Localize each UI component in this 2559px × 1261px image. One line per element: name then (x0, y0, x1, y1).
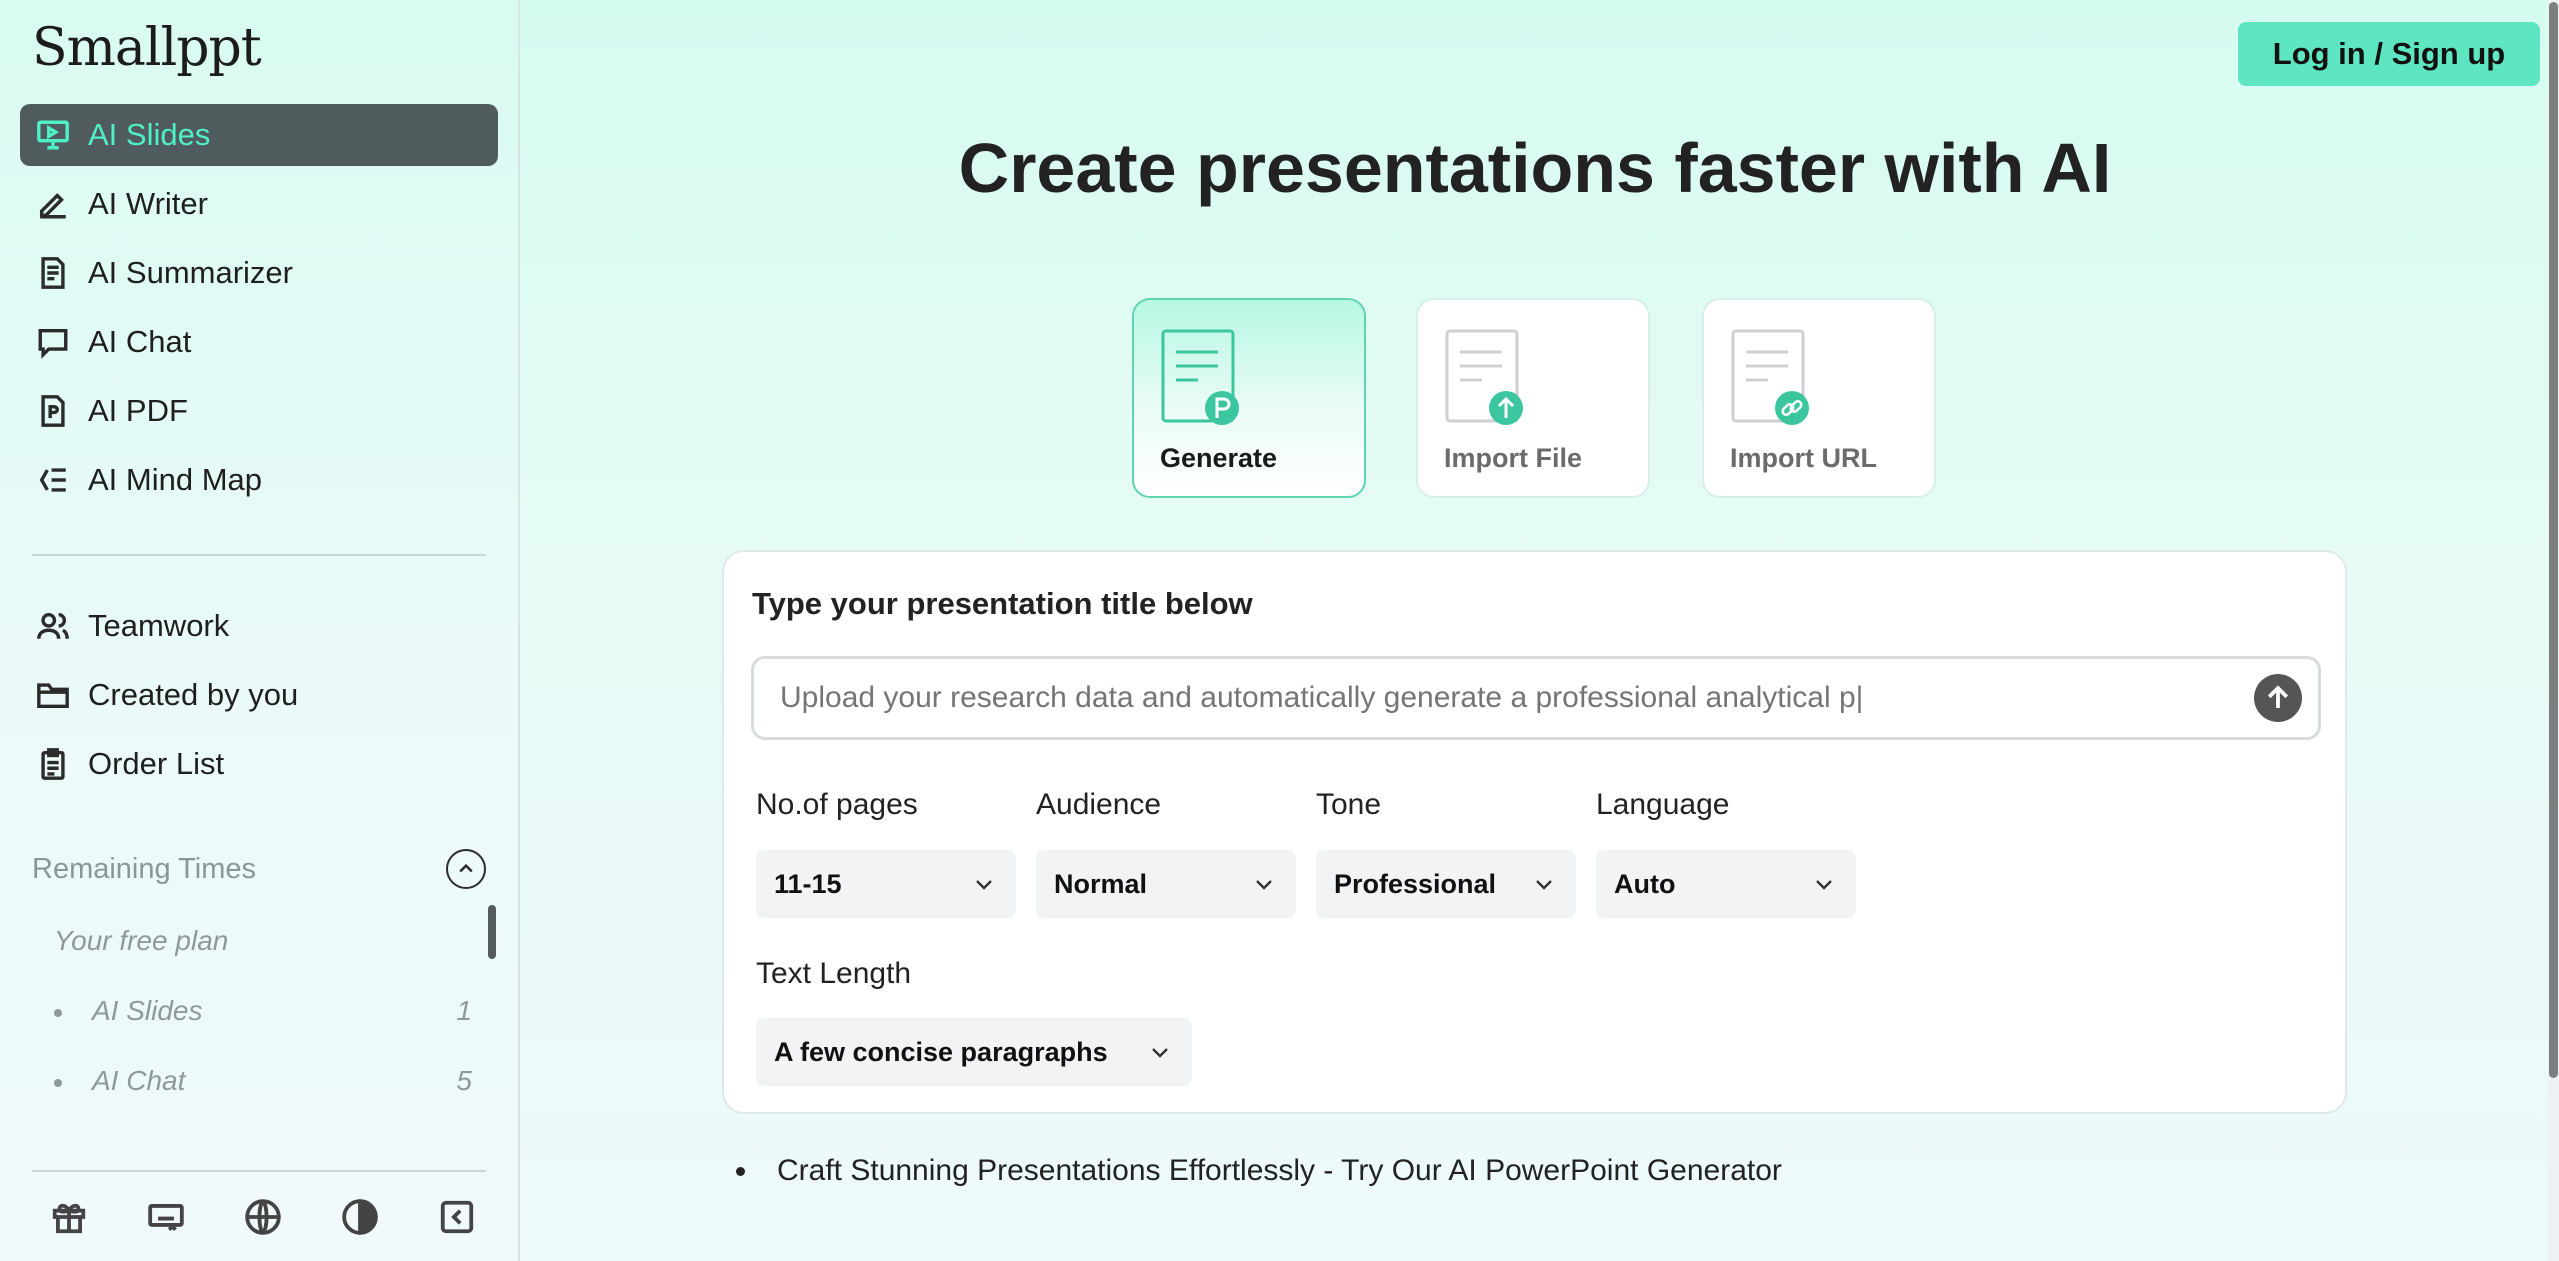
sidebar-scrollbar[interactable] (488, 905, 496, 959)
sidebar-item-ai-summarizer[interactable]: AI Summarizer (20, 242, 498, 304)
sidebar-item-ai-writer[interactable]: AI Writer (20, 173, 498, 235)
audience-value: Normal (1054, 868, 1148, 899)
sidebar-item-order-list[interactable]: Order List (20, 733, 498, 795)
promo-text: Craft Stunning Presentations Effortlessl… (777, 1154, 1782, 1187)
document-icon (34, 254, 72, 292)
presentation-title-input[interactable] (751, 656, 2321, 740)
sidebar-item-label: Created by you (88, 677, 299, 712)
plan-row: AI Slides 1 (54, 995, 472, 1027)
users-icon (34, 607, 72, 645)
pen-icon (34, 185, 72, 223)
footer-divider (32, 1170, 486, 1172)
sidebar-item-label: Order List (88, 746, 225, 781)
arrow-up-icon (2267, 685, 2289, 708)
chevron-down-icon (1536, 880, 1552, 890)
main-scrollbar-thumb[interactable] (2549, 2, 2558, 1078)
submit-arrow-button[interactable] (2254, 674, 2302, 722)
sidebar-item-label: AI Chat (88, 324, 192, 359)
chevron-down-icon (1152, 1048, 1168, 1058)
text-length-label: Text Length (756, 957, 912, 990)
sidebar-footer (48, 1196, 478, 1238)
language-select[interactable]: Auto (1596, 850, 1856, 918)
globe-icon[interactable] (242, 1196, 284, 1238)
sidebar-item-label: AI Slides (88, 117, 211, 152)
presentation-icon (34, 116, 72, 154)
page-title: Create presentations faster with AI (958, 129, 2112, 207)
plan-item-count: 1 (456, 995, 472, 1026)
gift-icon[interactable] (48, 1196, 90, 1238)
folder-icon (34, 676, 72, 714)
mode-label: Generate (1160, 443, 1278, 473)
sidebar-item-ai-mind-map[interactable]: AI Mind Map (20, 449, 498, 511)
tone-value: Professional (1334, 868, 1497, 899)
collapse-sidebar-icon[interactable] (436, 1196, 478, 1238)
tone-select[interactable]: Professional (1316, 850, 1576, 918)
mode-card-import-url[interactable]: Import URL (1702, 298, 1936, 498)
chevron-up-icon[interactable] (446, 849, 486, 889)
language-label: Language (1596, 788, 1730, 821)
chevron-down-icon (1816, 880, 1832, 890)
tone-label: Tone (1316, 788, 1382, 821)
pages-value: 11-15 (774, 868, 842, 899)
text-length-select[interactable]: A few concise paragraphs (756, 1018, 1192, 1086)
plan-label: Your free plan (54, 925, 229, 956)
mode-label: Import URL (1730, 443, 1877, 473)
generate-form-panel: Type your presentation title below No.of… (722, 550, 2347, 1114)
brand-logo[interactable]: Smallppt (32, 18, 262, 78)
pages-select[interactable]: 11-15 (756, 850, 1016, 918)
mindmap-icon (34, 461, 72, 499)
sidebar-item-ai-slides[interactable]: AI Slides (20, 104, 498, 166)
plan-row: AI Chat 5 (54, 1065, 472, 1097)
sidebar-item-label: Teamwork (88, 608, 230, 643)
chat-icon (34, 323, 72, 361)
list-item: Craft Stunning Presentations Effortlessl… (736, 1154, 1782, 1188)
mode-card-generate[interactable]: Generate (1132, 298, 1366, 498)
chevron-down-icon (976, 880, 992, 890)
remaining-times-header: Remaining Times (32, 846, 486, 892)
mode-card-import-file[interactable]: Import File (1416, 298, 1650, 498)
audience-select[interactable]: Normal (1036, 850, 1296, 918)
chevron-down-icon (1256, 880, 1272, 890)
text-length-value: A few concise paragraphs (774, 1036, 1108, 1067)
sidebar-item-label: AI Summarizer (88, 255, 293, 290)
link-badge-icon (1731, 329, 1809, 425)
contrast-icon[interactable] (339, 1196, 381, 1238)
sidebar-item-teamwork[interactable]: Teamwork (20, 595, 498, 657)
pdf-icon (34, 392, 72, 430)
sidebar-item-label: AI PDF (88, 393, 188, 428)
login-signup-button[interactable]: Log in / Sign up (2238, 22, 2540, 86)
sidebar-item-ai-chat[interactable]: AI Chat (20, 311, 498, 373)
mode-label: Import File (1444, 443, 1583, 473)
plan-item-label: AI Chat (92, 1065, 186, 1096)
keyboard-icon[interactable] (145, 1196, 187, 1238)
sidebar-divider (32, 554, 486, 556)
main-scrollbar[interactable] (2548, 0, 2559, 1261)
sidebar-item-label: AI Writer (88, 186, 208, 221)
sidebar-item-ai-pdf[interactable]: AI PDF (20, 380, 498, 442)
upload-badge-icon (1445, 329, 1523, 425)
plan-item-count: 5 (456, 1065, 472, 1096)
clipboard-icon (34, 745, 72, 783)
language-value: Auto (1614, 868, 1676, 899)
remaining-times-title: Remaining Times (32, 852, 257, 885)
sidebar-item-created-by-you[interactable]: Created by you (20, 664, 498, 726)
form-heading: Type your presentation title below (752, 586, 1253, 621)
p-badge-icon (1161, 329, 1239, 425)
plan-item-label: AI Slides (92, 995, 203, 1026)
sidebar-item-label: AI Mind Map (88, 462, 263, 497)
sidebar: Smallppt AI Slides AI Writer AI Summariz… (0, 0, 520, 1261)
audience-label: Audience (1036, 788, 1162, 821)
pages-label: No.of pages (756, 788, 918, 821)
